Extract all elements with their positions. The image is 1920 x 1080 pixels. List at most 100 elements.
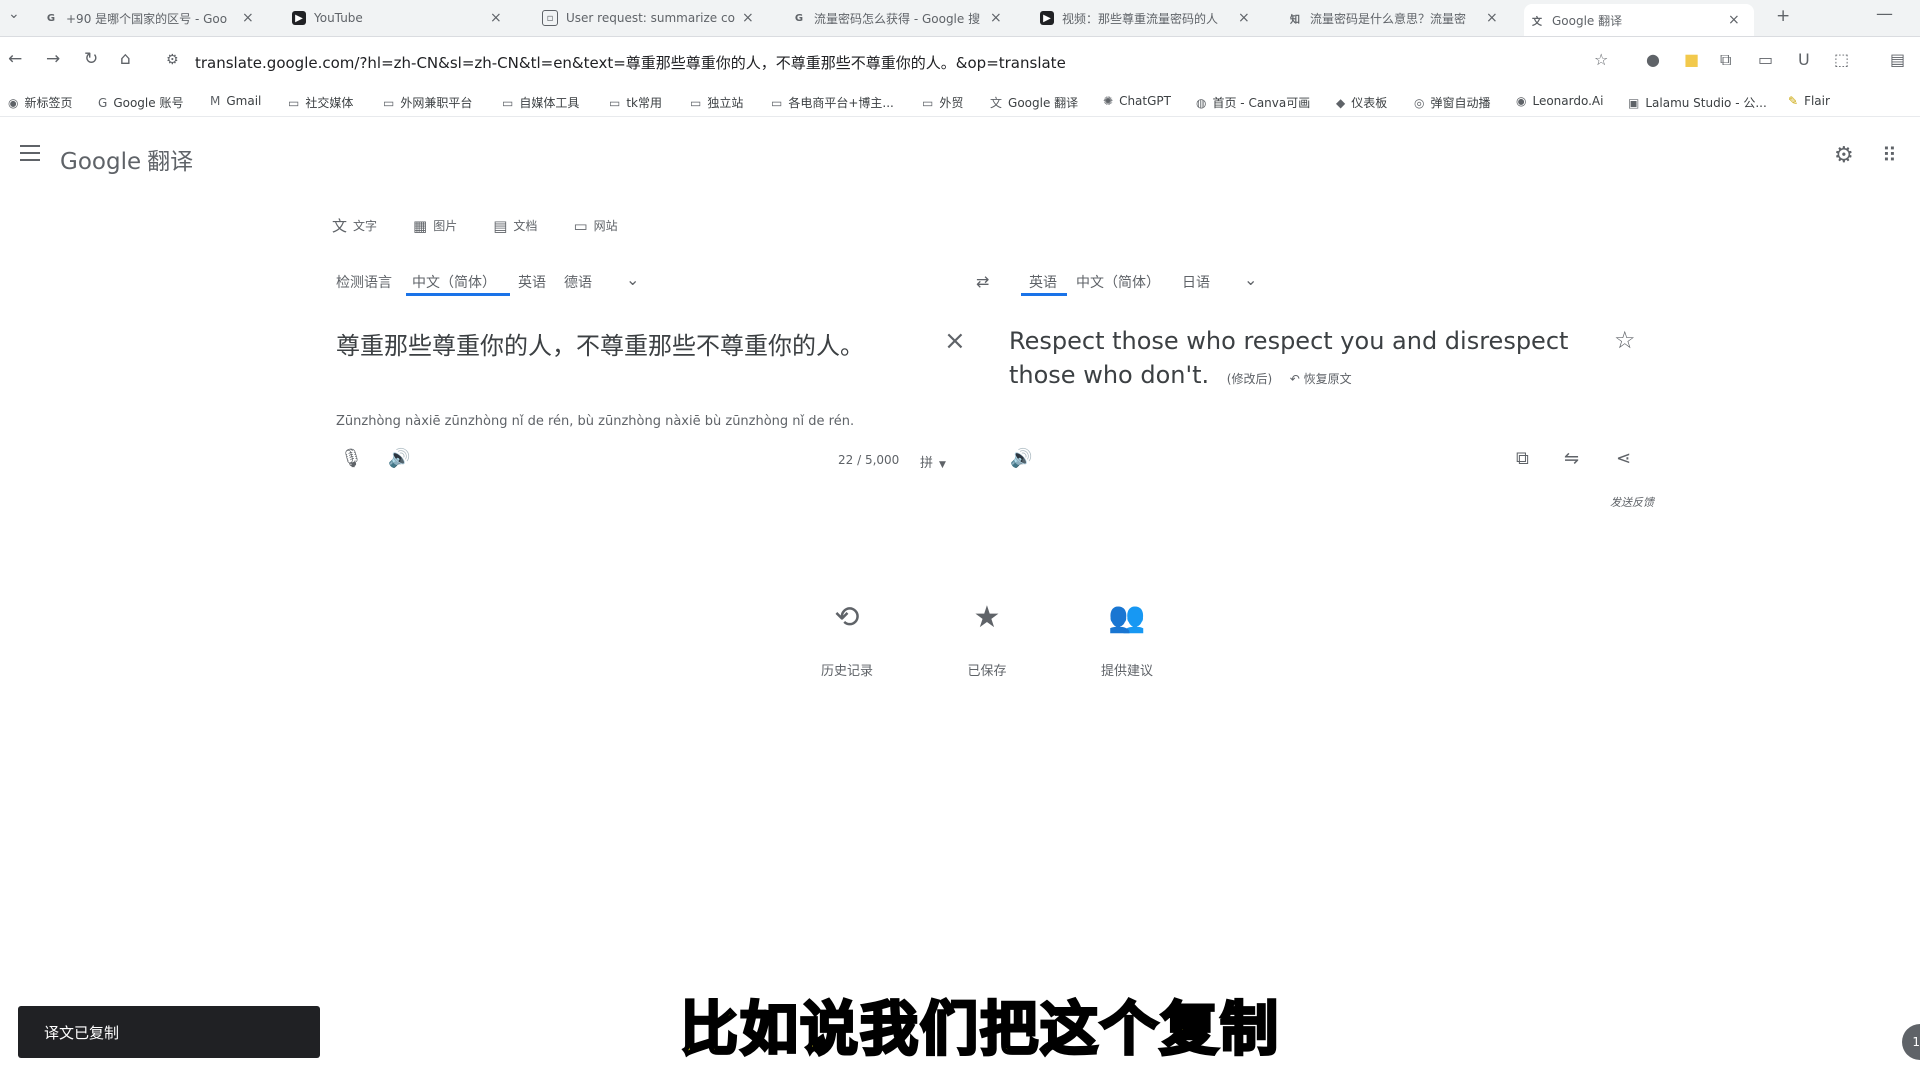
source-more-chevron-icon[interactable]: ⌄ — [626, 270, 639, 289]
send-feedback-link[interactable]: 发送反馈 — [1610, 494, 1654, 510]
bookmark-item[interactable]: G Google 账号 — [98, 94, 183, 111]
close-icon[interactable]: × — [1728, 12, 1740, 28]
close-icon[interactable]: × — [490, 10, 502, 26]
back-arrow-icon[interactable]: ← — [8, 49, 22, 69]
bookmark-folder[interactable]: ▭ 各电商平台+博主... — [771, 94, 894, 111]
google-icon: G — [794, 12, 804, 24]
clear-source-icon[interactable]: × — [944, 326, 966, 356]
browser-tab[interactable]: 知 流量密码是什么意思？流量密 × — [1282, 4, 1512, 32]
mode-image-button[interactable]: ▦ 图片 — [413, 215, 457, 236]
target-lang-chinese[interactable]: 中文（简体） — [1076, 272, 1160, 292]
target-speaker-icon[interactable]: 🔊 — [1010, 448, 1032, 469]
corner-badge: 11 — [1902, 1024, 1920, 1060]
browser-tab[interactable]: G 流量密码怎么获得 - Google 搜 × — [786, 4, 1016, 32]
saved-button[interactable]: ★ 已保存 — [927, 600, 1047, 679]
mode-website-button[interactable]: ▭ 网站 — [573, 215, 617, 236]
settings-gear-icon[interactable]: ⚙ — [1834, 143, 1854, 168]
target-lang-japanese[interactable]: 日语 — [1182, 272, 1210, 292]
rate-translation-icon[interactable]: ⇋ — [1564, 448, 1579, 469]
target-more-chevron-icon[interactable]: ⌄ — [1244, 270, 1257, 289]
u-extension-icon[interactable]: U — [1798, 50, 1810, 69]
bookmark-item[interactable]: M Gmail — [210, 94, 261, 108]
bookmark-label: 社交媒体 — [305, 96, 354, 110]
save-translation-star-icon[interactable]: ☆ — [1614, 326, 1636, 354]
bookmark-item[interactable]: ✺ ChatGPT — [1103, 94, 1171, 108]
bookmark-folder[interactable]: ▭ 独立站 — [690, 94, 743, 111]
bookmark-item[interactable]: ▣ Lalamu Studio - 公... — [1628, 94, 1767, 111]
close-icon[interactable]: × — [1486, 10, 1498, 26]
bookmark-item[interactable]: ◍ 首页 - Canva可画 — [1196, 94, 1310, 111]
translation-output: Respect those who respect you and disres… — [1009, 324, 1609, 396]
translate-icon: 文 — [1532, 16, 1542, 28]
mode-text-button[interactable]: 文文字 — [332, 215, 377, 236]
folder-extension-icon[interactable]: ■ — [1684, 50, 1699, 69]
mode-document-button[interactable]: ▤ 文档 — [493, 215, 537, 236]
bookmark-folder[interactable]: ▭ 外网兼职平台 — [383, 94, 472, 111]
hamburger-menu-icon[interactable] — [20, 145, 40, 161]
url-field[interactable]: translate.google.com/?hl=zh-CN&sl=zh-CN&… — [195, 52, 1066, 73]
source-lang-detect[interactable]: 检测语言 — [336, 272, 392, 292]
source-text-input[interactable]: 尊重那些尊重你的人，不尊重那些不尊重你的人。 — [336, 326, 864, 361]
source-lang-chinese[interactable]: 中文（简体） — [412, 272, 496, 292]
source-speaker-icon[interactable]: 🔊 — [388, 448, 410, 469]
close-icon[interactable]: × — [990, 10, 1002, 26]
home-icon[interactable]: ⌂ — [120, 49, 131, 69]
history-button[interactable]: ⟲ 历史记录 — [787, 600, 907, 679]
folder-icon: ▭ — [609, 95, 621, 110]
forward-arrow-icon[interactable]: → — [46, 49, 60, 69]
google-icon: G — [46, 12, 56, 24]
reload-icon[interactable]: ↻ — [84, 49, 98, 69]
saved-star-icon: ★ — [973, 600, 1001, 635]
chatgpt-icon: ✺ — [1103, 94, 1114, 108]
bookmark-label: Google 翻译 — [1008, 96, 1079, 110]
close-icon[interactable]: × — [742, 10, 754, 26]
apps-grid-icon[interactable]: ⠿ — [1882, 143, 1897, 167]
copy-translation-icon[interactable]: ⧉ — [1516, 448, 1529, 469]
browser-tab[interactable]: ▶ 视频：那些尊重流量密码的人 × — [1034, 4, 1264, 32]
browser-tab[interactable]: ▫ User request: summarize co × — [536, 4, 766, 32]
translate-extension-icon[interactable]: ⧉ — [1720, 50, 1731, 70]
minimize-icon[interactable]: — — [1876, 4, 1893, 24]
logo-word: Google — [60, 149, 142, 175]
bookmark-folder[interactable]: ▭ tk常用 — [609, 94, 662, 111]
bookmark-item[interactable]: ◆ 仪表板 — [1336, 94, 1387, 111]
side-panel-icon[interactable]: ▤ — [1890, 50, 1905, 69]
close-icon[interactable]: × — [242, 10, 254, 26]
source-lang-english[interactable]: 英语 — [518, 272, 546, 292]
new-tab-plus-icon[interactable]: + — [1776, 6, 1790, 26]
browser-tab[interactable]: G +90 是哪个国家的区号 - Goo × — [38, 4, 268, 32]
google-translate-logo[interactable]: Google 翻译 — [60, 142, 193, 176]
bookmark-folder[interactable]: ▭ 社交媒体 — [288, 94, 353, 111]
bookmark-item[interactable]: ✎ Flair — [1788, 94, 1830, 108]
bookmark-label: 独立站 — [707, 96, 744, 110]
puzzle-extensions-icon[interactable]: ⬚ — [1834, 50, 1849, 69]
canva-icon: ◍ — [1196, 95, 1207, 110]
close-icon[interactable]: × — [1238, 10, 1250, 26]
browser-tab-active[interactable]: 文 Google 翻译 × — [1524, 4, 1754, 36]
folder-icon: ▭ — [922, 95, 934, 110]
gmail-icon: M — [210, 94, 221, 108]
bookmark-folder[interactable]: ▭ 自媒体工具 — [502, 94, 579, 111]
contribute-button[interactable]: 👥 提供建议 — [1067, 600, 1187, 679]
tab-list-chevron-icon[interactable]: ⌄ — [8, 6, 20, 22]
swap-languages-icon[interactable]: ⇄ — [976, 272, 989, 291]
bookmark-item[interactable]: 文 Google 翻译 — [990, 94, 1078, 111]
microphone-icon[interactable]: 🎙 — [340, 448, 363, 469]
cast-icon[interactable]: ▭ — [1758, 50, 1773, 69]
target-lang-english[interactable]: 英语 — [1029, 272, 1057, 292]
source-lang-german[interactable]: 德语 — [564, 272, 592, 292]
bookmark-label: Gmail — [226, 94, 262, 108]
bookmark-star-icon[interactable]: ☆ — [1594, 50, 1608, 69]
bookmark-item[interactable]: ◉ 新标签页 — [8, 94, 73, 111]
revert-original-link[interactable]: ↶ 恢复原文 — [1290, 372, 1352, 386]
site-settings-icon[interactable]: ⚙ — [166, 52, 179, 68]
input-tool-label: 拼 — [920, 456, 934, 471]
bookmark-folder[interactable]: ▭ 外贸 — [922, 94, 963, 111]
browser-tab[interactable]: ▶ YouTube × — [286, 4, 516, 32]
extension-icon[interactable]: ● — [1646, 50, 1660, 69]
bookmark-item[interactable]: ◉ Leonardo.Ai — [1516, 94, 1603, 108]
input-tool-selector[interactable]: 拼 ▼ — [920, 452, 946, 471]
share-icon[interactable]: ⋖ — [1616, 448, 1631, 469]
youtube-icon: ▶ — [1040, 11, 1054, 25]
bookmark-item[interactable]: ◎ 弹窗自动播 — [1414, 94, 1491, 111]
